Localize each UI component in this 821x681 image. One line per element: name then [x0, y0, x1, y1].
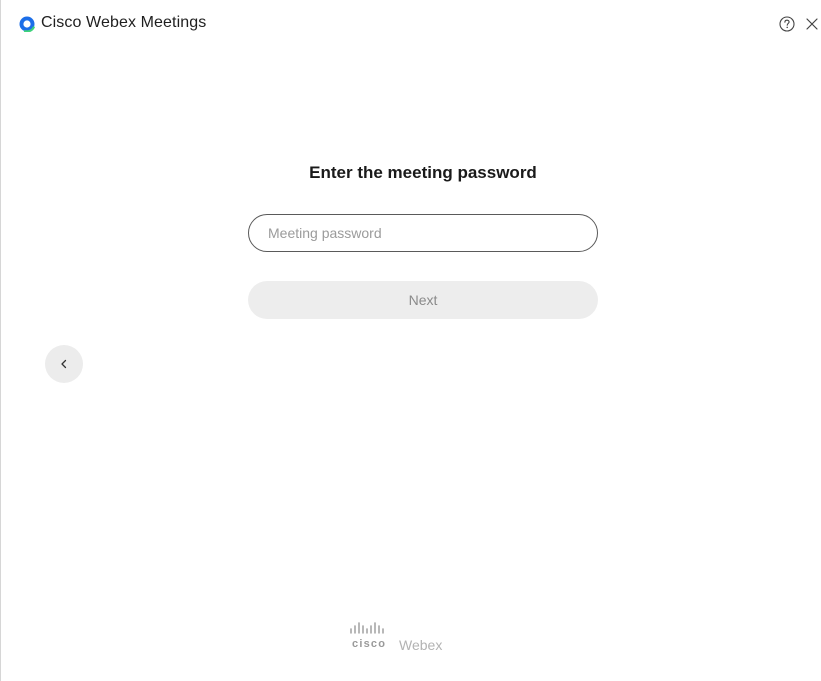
- back-button[interactable]: [45, 345, 83, 383]
- cisco-webex-logo: cisco Webex: [349, 621, 469, 655]
- page-title: Enter the meeting password: [309, 163, 537, 182]
- title-bar: Cisco Webex Meetings: [1, 0, 821, 48]
- cisco-wordmark: cisco: [352, 638, 387, 650]
- cisco-bars-icon: [350, 622, 384, 634]
- webex-wordmark: Webex: [399, 637, 443, 653]
- chevron-left-icon: [61, 359, 67, 369]
- app-window: Cisco Webex Meetings Enter the meeting p…: [0, 0, 821, 681]
- help-icon[interactable]: [778, 15, 796, 33]
- next-button[interactable]: Next: [248, 281, 598, 319]
- webex-logo-icon: [19, 16, 35, 32]
- close-icon[interactable]: [803, 15, 821, 33]
- meeting-password-input[interactable]: [248, 214, 598, 252]
- window-title: Cisco Webex Meetings: [41, 14, 207, 31]
